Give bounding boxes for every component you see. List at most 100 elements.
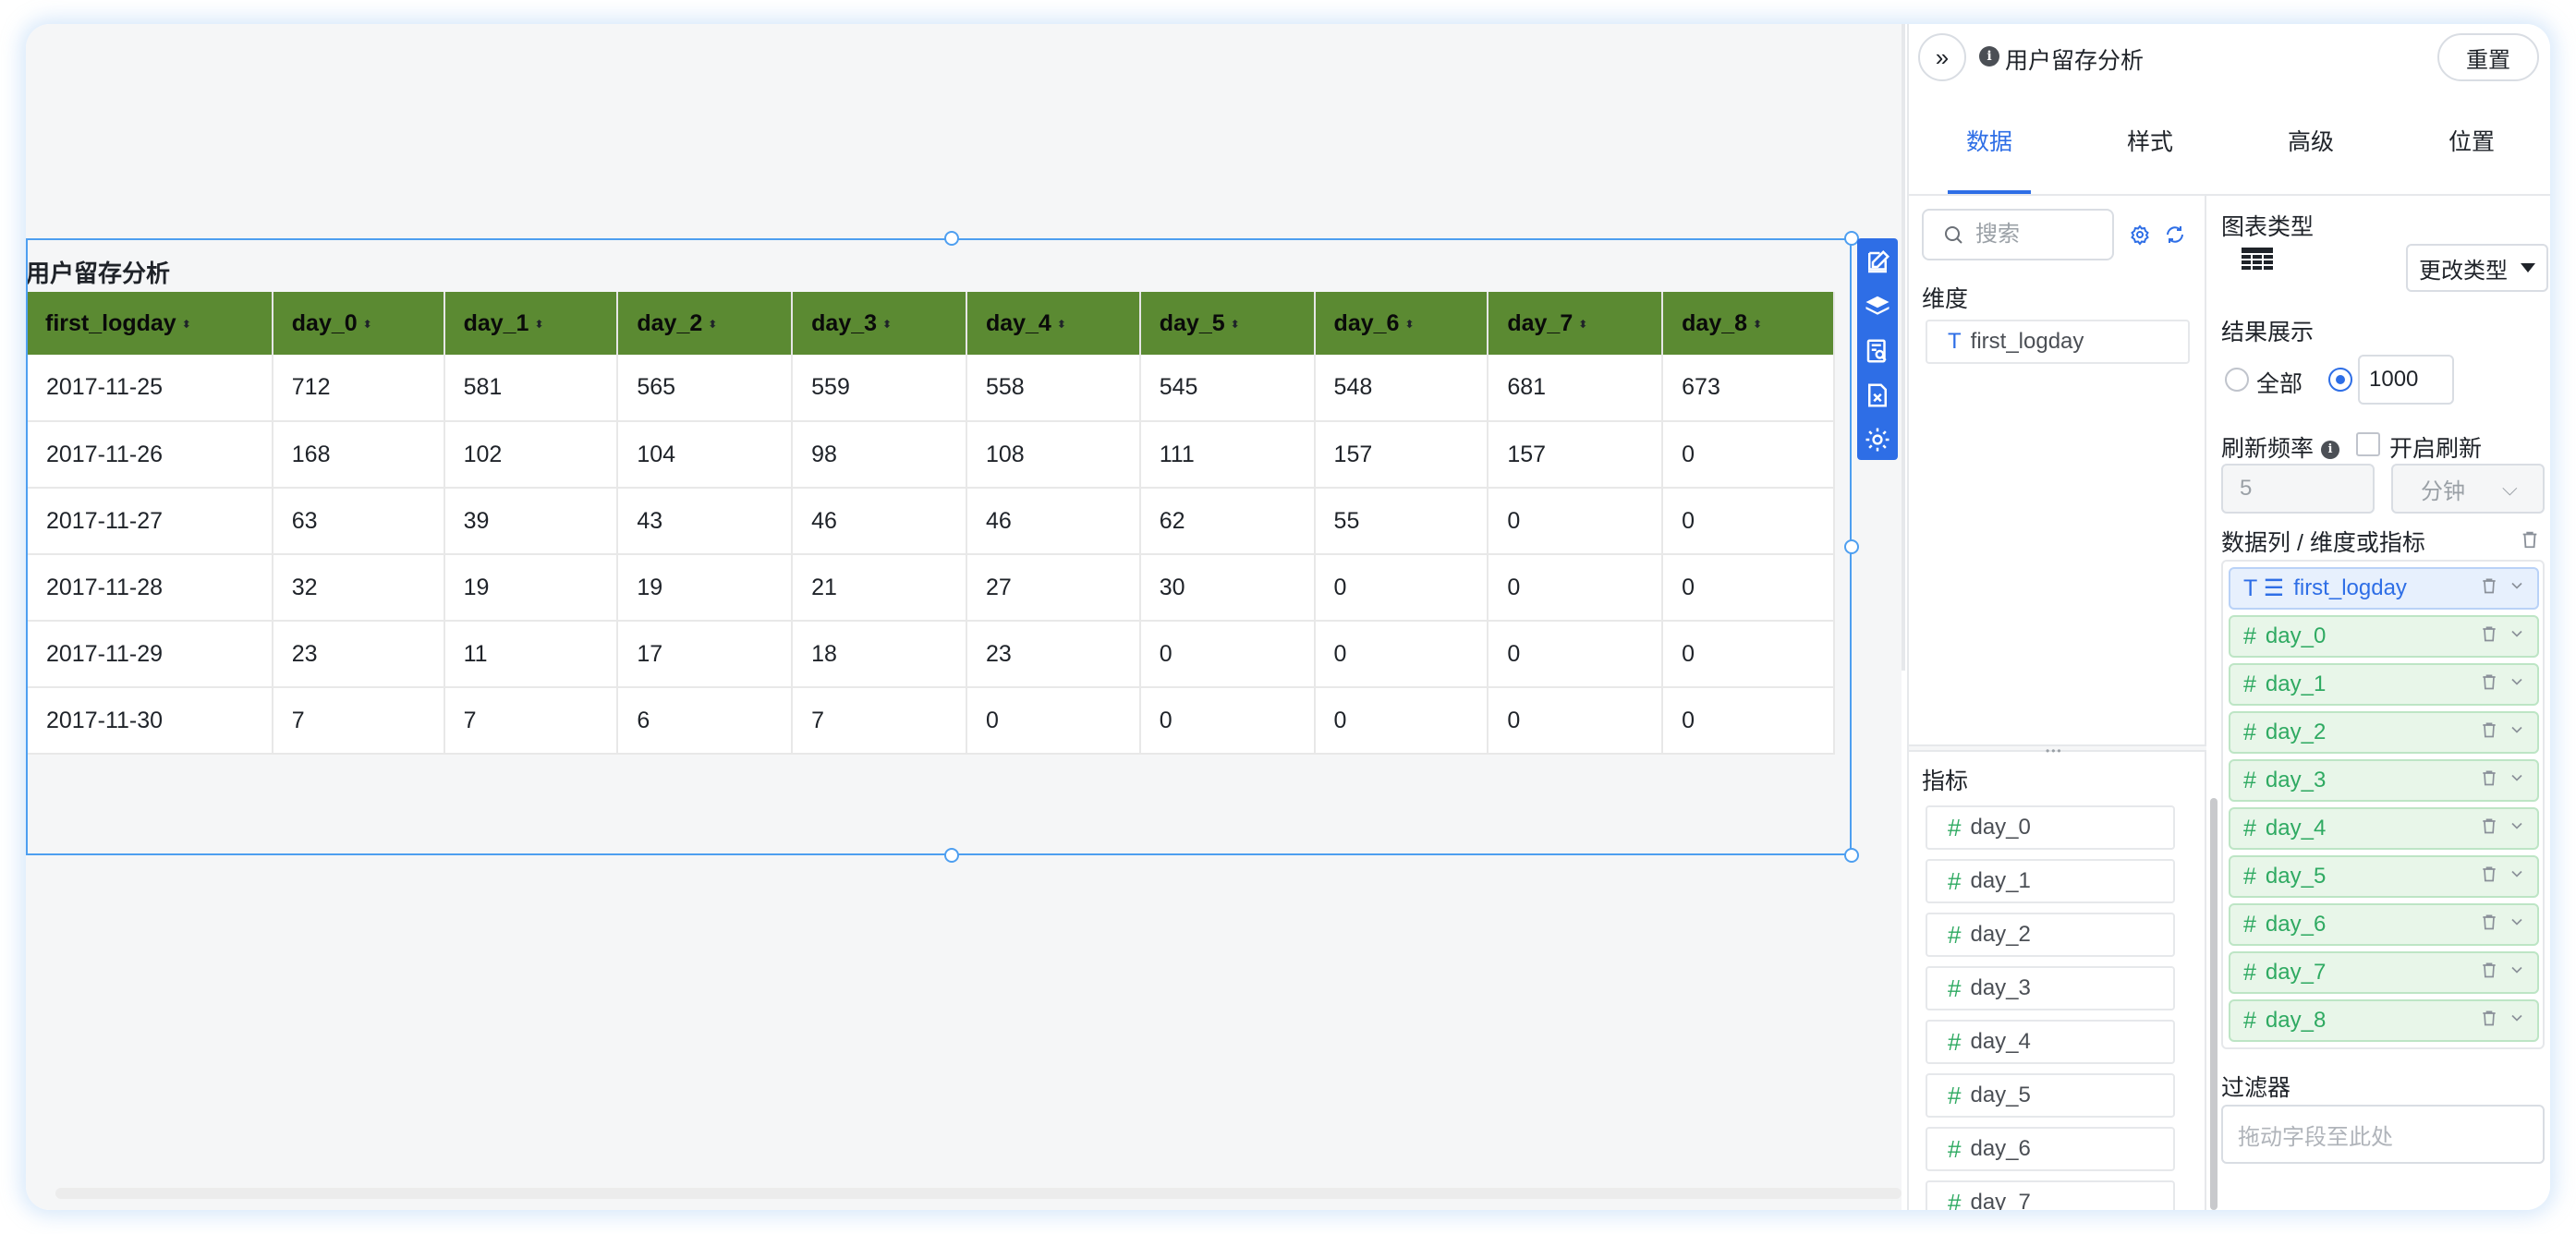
resize-handle-right[interactable]: [1844, 539, 1859, 554]
refresh-unit-select[interactable]: 分钟 ⌵: [2391, 464, 2545, 514]
tab-data[interactable]: 数据: [1909, 94, 2070, 194]
trash-icon[interactable]: [2480, 961, 2498, 979]
data-column-label: day_3: [2265, 768, 2327, 792]
resize-handle-top[interactable]: [944, 231, 959, 246]
chevron-down-icon[interactable]: [2508, 913, 2526, 931]
column-actions: [2480, 817, 2526, 835]
filter-drop-zone[interactable]: 拖动字段至此处: [2221, 1105, 2545, 1164]
dimension-field[interactable]: Tfirst_logday: [1926, 320, 2190, 364]
metric-field-label: day_0: [1970, 815, 2031, 840]
text-type-icon: T ☰: [2243, 575, 2285, 601]
field-search[interactable]: [1922, 209, 2114, 260]
panel-tabs: 数据 样式 高级 位置: [1909, 94, 2550, 196]
search-input[interactable]: [1975, 222, 2096, 248]
tab-position[interactable]: 位置: [2391, 94, 2550, 194]
edit-icon[interactable]: [1861, 244, 1894, 281]
data-column-item[interactable]: # day_6: [2229, 903, 2539, 946]
filter-label: 过滤器: [2221, 1075, 2291, 1101]
fields-column: 维度 Tfirst_logday ••• 指标 # day_0 # day_1 # day…: [1909, 196, 2218, 1210]
chart-selection-frame[interactable]: [26, 238, 1852, 855]
radio-limit[interactable]: [2328, 368, 2352, 392]
data-column-label: day_6: [2265, 912, 2327, 937]
horizontal-scrollbar[interactable]: [55, 1188, 1902, 1199]
limit-input[interactable]: 1000: [2358, 355, 2454, 405]
info-icon[interactable]: i: [2321, 441, 2340, 460]
refresh-frequency-label: 刷新频率 i: [2221, 430, 2340, 464]
canvas-scrollbar[interactable]: [1902, 24, 1905, 671]
number-type-icon: #: [2243, 911, 2256, 938]
data-column-item[interactable]: # day_4: [2229, 807, 2539, 850]
resize-handle-bottom-right[interactable]: [1844, 848, 1859, 863]
trash-icon[interactable]: [2480, 913, 2498, 931]
data-column-label: day_4: [2265, 816, 2327, 841]
chevron-down-icon[interactable]: [2508, 672, 2526, 691]
metric-field[interactable]: # day_0: [1926, 805, 2175, 850]
data-column-label: day_5: [2265, 864, 2327, 889]
gear-icon[interactable]: [2127, 222, 2153, 248]
refresh-interval-input[interactable]: 5: [2221, 464, 2375, 514]
settings-icon[interactable]: [1861, 421, 1894, 458]
number-type-icon: #: [2243, 815, 2256, 841]
data-column-item[interactable]: # day_3: [2229, 759, 2539, 802]
enable-refresh-label[interactable]: 开启刷新: [2389, 430, 2482, 464]
trash-icon[interactable]: [2480, 1009, 2498, 1027]
data-column-item[interactable]: # day_7: [2229, 951, 2539, 994]
trash-icon[interactable]: [2480, 865, 2498, 883]
trash-icon[interactable]: [2517, 526, 2543, 552]
data-column-item[interactable]: # day_1: [2229, 663, 2539, 706]
data-column-item[interactable]: # day_8: [2229, 999, 2539, 1042]
tab-advanced[interactable]: 高级: [2230, 94, 2391, 194]
data-column-label: day_8: [2265, 1008, 2327, 1033]
chevron-down-icon[interactable]: [2508, 624, 2526, 643]
data-column-item[interactable]: # day_0: [2229, 615, 2539, 658]
number-type-icon: #: [1948, 920, 1962, 949]
data-column-item[interactable]: # day_5: [2229, 855, 2539, 898]
chevron-down-icon[interactable]: [2508, 817, 2526, 835]
chevron-down-icon[interactable]: [2508, 576, 2526, 595]
app-window: 用户留存分析 first_logday ⬍ day_0 ⬍ day_1 ⬍ day_2…: [26, 24, 2550, 1210]
metric-field[interactable]: # day_7: [1926, 1180, 2175, 1210]
radio-all-label[interactable]: 全部: [2256, 366, 2303, 399]
trash-icon[interactable]: [2480, 624, 2498, 643]
data-column-item[interactable]: T ☰ first_logday: [2229, 567, 2539, 610]
change-type-select[interactable]: 更改类型: [2406, 244, 2548, 292]
data-column-item[interactable]: # day_2: [2229, 711, 2539, 754]
metric-field[interactable]: # day_2: [1926, 913, 2175, 957]
trash-icon[interactable]: [2480, 817, 2498, 835]
column-actions: [2480, 961, 2526, 979]
data-columns-label: 数据列 / 维度或指标: [2221, 530, 2425, 556]
resize-handle-bottom[interactable]: [944, 848, 959, 863]
metric-field[interactable]: # day_3: [1926, 966, 2175, 1010]
data-column-label: day_0: [2265, 623, 2327, 648]
chevron-down-icon[interactable]: [2508, 768, 2526, 787]
panel-title: 用户留存分析: [2005, 48, 2145, 74]
refresh-icon[interactable]: [2162, 222, 2188, 248]
dimension-section-label: 维度: [1922, 286, 1969, 312]
metric-field-label: day_6: [1970, 1136, 2031, 1161]
enable-refresh-checkbox[interactable]: [2356, 432, 2380, 456]
trash-icon[interactable]: [2480, 672, 2498, 691]
tab-style[interactable]: 样式: [2070, 94, 2230, 194]
layers-icon[interactable]: [1861, 288, 1894, 325]
info-icon[interactable]: i: [1979, 46, 1999, 67]
properties-panel: » i 用户留存分析 重置 数据 样式 高级 位置 维度 Tfirst_logd: [1907, 24, 2550, 1210]
metric-field[interactable]: # day_5: [1926, 1073, 2175, 1118]
metric-field[interactable]: # day_6: [1926, 1127, 2175, 1171]
trash-icon[interactable]: [2480, 576, 2498, 595]
collapse-panel-button[interactable]: »: [1918, 33, 1966, 81]
number-type-icon: #: [1948, 1027, 1962, 1056]
chevron-down-icon[interactable]: [2508, 865, 2526, 883]
export-excel-icon[interactable]: [1861, 377, 1894, 414]
chevron-down-icon[interactable]: [2508, 720, 2526, 739]
trash-icon[interactable]: [2480, 720, 2498, 739]
metric-field[interactable]: # day_1: [1926, 859, 2175, 903]
chevron-down-icon[interactable]: [2508, 961, 2526, 979]
data-view-icon[interactable]: [1861, 333, 1894, 369]
metric-field[interactable]: # day_4: [1926, 1020, 2175, 1064]
trash-icon[interactable]: [2480, 768, 2498, 787]
radio-all[interactable]: [2225, 368, 2249, 392]
canvas-area[interactable]: 用户留存分析 first_logday ⬍ day_0 ⬍ day_1 ⬍ day_2…: [26, 24, 1902, 1210]
reset-button[interactable]: 重置: [2437, 33, 2539, 81]
chevron-down-icon[interactable]: [2508, 1009, 2526, 1027]
double-chevron-right-icon: »: [1935, 42, 1950, 71]
